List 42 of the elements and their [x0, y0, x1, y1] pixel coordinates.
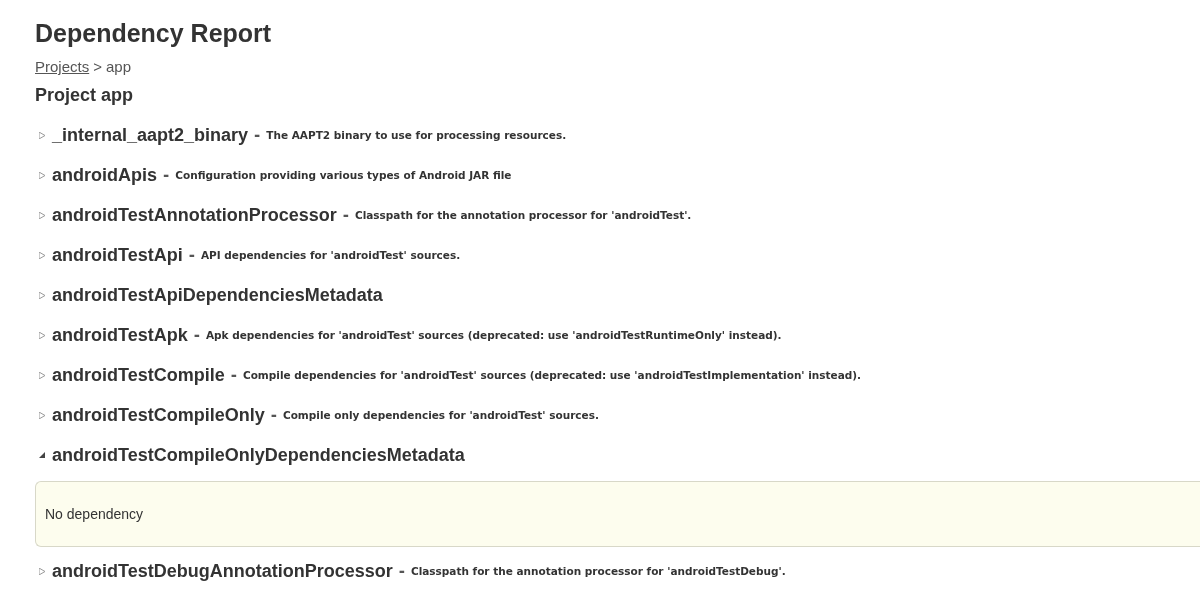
dash-separator: - [163, 166, 170, 184]
expand-triangle-icon[interactable] [39, 567, 45, 575]
expand-triangle-icon[interactable] [39, 371, 45, 379]
configuration-name[interactable]: androidTestAnnotationProcessor [52, 204, 337, 226]
expand-triangle-icon[interactable] [39, 331, 45, 339]
configuration-name[interactable]: androidTestApiDependenciesMetadata [52, 284, 383, 306]
projects-link[interactable]: Projects [35, 58, 90, 75]
expand-triangle-icon[interactable] [39, 411, 45, 419]
configuration-name[interactable]: _internal_aapt2_binary [52, 124, 249, 146]
page-title: Dependency Report [35, 18, 273, 49]
breadcrumb-current: app [105, 58, 131, 75]
configuration-name[interactable]: androidTestApi [52, 244, 183, 266]
dash-separator: - [270, 406, 277, 424]
project-heading: Project app [35, 84, 135, 107]
dash-separator: - [230, 366, 237, 384]
dash-separator: - [188, 246, 195, 264]
expand-triangle-icon[interactable] [39, 131, 45, 139]
configuration-name[interactable]: androidTestCompileOnly [52, 404, 265, 426]
configuration-description: Compile only dependencies for 'androidTest' sources. [282, 409, 599, 421]
configuration-name[interactable]: androidTestCompileOnlyDependenciesMetadata [52, 444, 465, 466]
configuration-description: Apk dependencies for 'androidTest' sources (deprecated: use 'androidTestRuntimeOnly' instead). [205, 329, 782, 341]
collapse-triangle-icon[interactable] [39, 451, 45, 459]
no-dependency-text: No dependency [45, 506, 144, 522]
configuration-description: Compile dependencies for 'androidTest' sources (deprecated: use 'androidTestImplementation' instead). [242, 369, 862, 381]
dash-separator: - [254, 126, 261, 144]
configuration-description: Classpath for the annotation processor for 'androidTestDebug'. [410, 565, 786, 577]
configuration-description: Classpath for the annotation processor for 'androidTest'. [354, 209, 692, 221]
configuration-name[interactable]: androidApis [52, 164, 157, 186]
configuration-description: The AAPT2 binary to use for processing resources. [266, 129, 567, 141]
dash-separator: - [398, 562, 405, 580]
dash-separator: - [193, 326, 200, 344]
configuration-name[interactable]: androidTestApk [52, 324, 188, 346]
configuration-name[interactable]: androidTestCompile [52, 364, 225, 386]
breadcrumb-separator: > [93, 58, 102, 75]
configuration-description: API dependencies for 'androidTest' sources. [200, 249, 461, 261]
expand-triangle-icon[interactable] [39, 211, 45, 219]
configuration-description: Configuration providing various types of Android JAR file [175, 169, 512, 181]
dash-separator: - [342, 206, 349, 224]
configuration-name[interactable]: androidTestDebugAnnotationProcessor [52, 560, 393, 582]
expand-triangle-icon[interactable] [39, 291, 45, 299]
expand-triangle-icon[interactable] [39, 171, 45, 179]
expand-triangle-icon[interactable] [39, 251, 45, 259]
